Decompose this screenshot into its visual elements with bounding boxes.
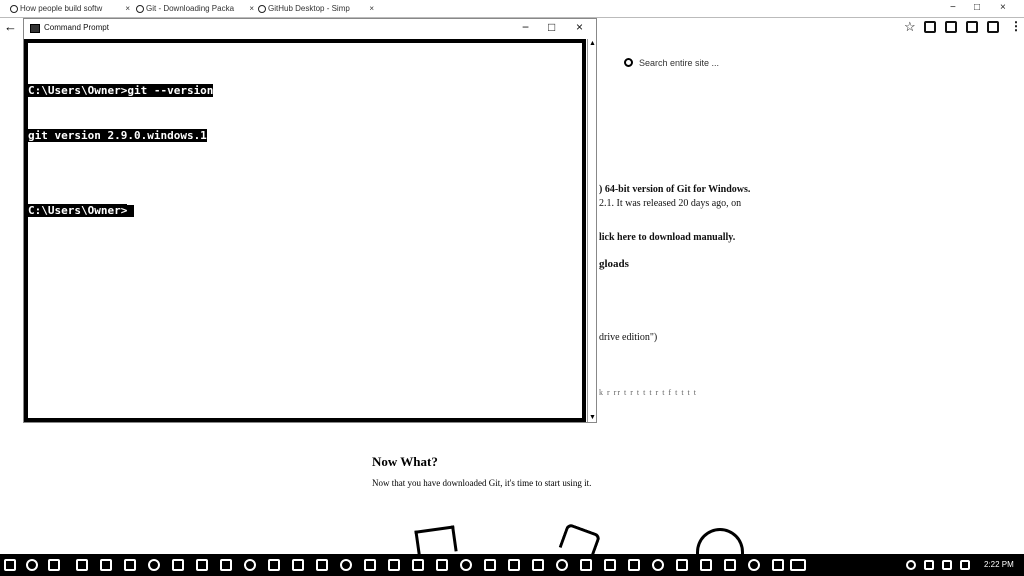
download-link[interactable]: lick here to download manually.	[599, 232, 735, 243]
text-cursor	[127, 205, 135, 217]
app-icon[interactable]	[388, 559, 400, 571]
taskbar: 2:22 PM	[0, 554, 1024, 576]
command-prompt-window[interactable]: Command Prompt − □ × C:\Users\Owner>git …	[23, 18, 597, 423]
app-icon[interactable]	[196, 559, 208, 571]
download-text: ) 64-bit version of Git for Windows.	[599, 184, 751, 195]
cmd-icon	[30, 24, 40, 33]
search-input[interactable]: Search entire site ...	[639, 58, 719, 68]
console-line: git version 2.9.0.windows.1	[28, 129, 207, 142]
app-icon[interactable]	[172, 559, 184, 571]
app-icon[interactable]	[628, 559, 640, 571]
app-icon[interactable]	[316, 559, 328, 571]
app-icon[interactable]	[436, 559, 448, 571]
app-icon[interactable]	[292, 559, 304, 571]
browser-tab[interactable]: GitHub Desktop - Simp ×	[256, 1, 374, 17]
app-icon[interactable]	[364, 559, 376, 571]
tab-label: Git - Downloading Packa	[146, 4, 235, 13]
cmd-maximize-button[interactable]: □	[548, 20, 555, 34]
github-icon	[10, 5, 18, 13]
app-icon[interactable]	[148, 559, 160, 571]
start-button-icon[interactable]	[4, 559, 16, 571]
github-icon	[258, 5, 266, 13]
cmd-scrollbar[interactable]: ▲ ▼	[587, 39, 596, 422]
git-icon	[136, 5, 144, 13]
console-line: C:\Users\Owner>	[28, 204, 128, 217]
app-icon[interactable]	[508, 559, 520, 571]
app-icon[interactable]	[124, 559, 136, 571]
app-icon[interactable]	[220, 559, 232, 571]
scroll-down-icon[interactable]: ▼	[589, 414, 596, 421]
console-area[interactable]: C:\Users\Owner>git --version git version…	[24, 39, 586, 422]
app-icon[interactable]	[532, 559, 544, 571]
app-icon[interactable]	[340, 559, 352, 571]
app-icon[interactable]	[244, 559, 256, 571]
network-icon[interactable]	[924, 560, 934, 570]
browser-tab[interactable]: How people build softw ×	[8, 1, 130, 17]
scroll-up-icon[interactable]: ▲	[589, 40, 596, 47]
bookmark-star-icon[interactable]: ☆	[904, 19, 916, 35]
app-icon[interactable]	[772, 559, 784, 571]
taskbar-clock[interactable]: 2:22 PM	[984, 560, 1014, 569]
close-button[interactable]: ×	[1000, 2, 1006, 13]
app-icon[interactable]	[484, 559, 496, 571]
section-heading: gloads	[599, 258, 629, 270]
app-icon[interactable]	[652, 559, 664, 571]
maximize-button[interactable]: □	[974, 2, 980, 13]
cmd-title: Command Prompt	[44, 23, 109, 32]
search-icon[interactable]	[26, 559, 38, 571]
tab-label: How people build softw	[20, 4, 103, 13]
download-text: 2.1. It was released 20 days ago, on	[599, 198, 742, 209]
app-icon[interactable]	[748, 559, 760, 571]
volume-icon[interactable]	[942, 560, 952, 570]
cmd-minimize-button[interactable]: −	[522, 20, 529, 34]
now-what-description: Now that you have downloaded Git, it's t…	[372, 478, 592, 488]
extension-icon[interactable]	[924, 21, 936, 33]
tab-label: GitHub Desktop - Simp	[268, 4, 350, 13]
app-icon[interactable]	[460, 559, 472, 571]
cloud-illustration	[696, 528, 744, 554]
tray-icon[interactable]	[906, 560, 916, 570]
faded-text: k r rr t r t t t r t f t t t t	[599, 388, 697, 397]
console-line: C:\Users\Owner>git --version	[28, 84, 214, 97]
console-output: C:\Users\Owner>git --version git version…	[28, 53, 214, 248]
close-tab-icon[interactable]: ×	[249, 1, 254, 17]
extension-icon[interactable]	[945, 21, 957, 33]
back-button[interactable]: ←	[4, 20, 17, 34]
browser-tab[interactable]: Git - Downloading Packa ×	[134, 1, 254, 17]
browser-tab-strip: How people build softw × Git - Downloadi…	[0, 0, 1024, 18]
app-icon[interactable]	[100, 559, 112, 571]
extension-icon[interactable]	[966, 21, 978, 33]
app-icon[interactable]	[412, 559, 424, 571]
app-icon[interactable]	[556, 559, 568, 571]
app-icon[interactable]	[604, 559, 616, 571]
app-icon[interactable]	[676, 559, 688, 571]
site-search[interactable]: Search entire site ...	[624, 58, 719, 68]
app-icon[interactable]	[580, 559, 592, 571]
close-tab-icon[interactable]: ×	[369, 1, 374, 17]
browser-menu-button[interactable]: ⋮	[1010, 19, 1022, 33]
app-icon[interactable]	[724, 559, 736, 571]
minimize-button[interactable]: −	[950, 2, 956, 13]
app-icon[interactable]	[76, 559, 88, 571]
search-icon	[624, 58, 633, 67]
cmd-title-bar[interactable]: Command Prompt − □ ×	[24, 19, 596, 39]
extension-icon[interactable]	[987, 21, 999, 33]
app-icon[interactable]	[700, 559, 712, 571]
book-illustration	[414, 525, 458, 557]
command-prompt-taskbar-icon[interactable]	[790, 559, 806, 571]
battery-icon[interactable]	[960, 560, 970, 570]
app-icon[interactable]	[268, 559, 280, 571]
task-view-icon[interactable]	[48, 559, 60, 571]
close-tab-icon[interactable]: ×	[125, 1, 130, 17]
download-option[interactable]: drive edition")	[599, 332, 657, 343]
now-what-heading: Now What?	[372, 454, 438, 469]
cmd-close-button[interactable]: ×	[576, 20, 583, 34]
